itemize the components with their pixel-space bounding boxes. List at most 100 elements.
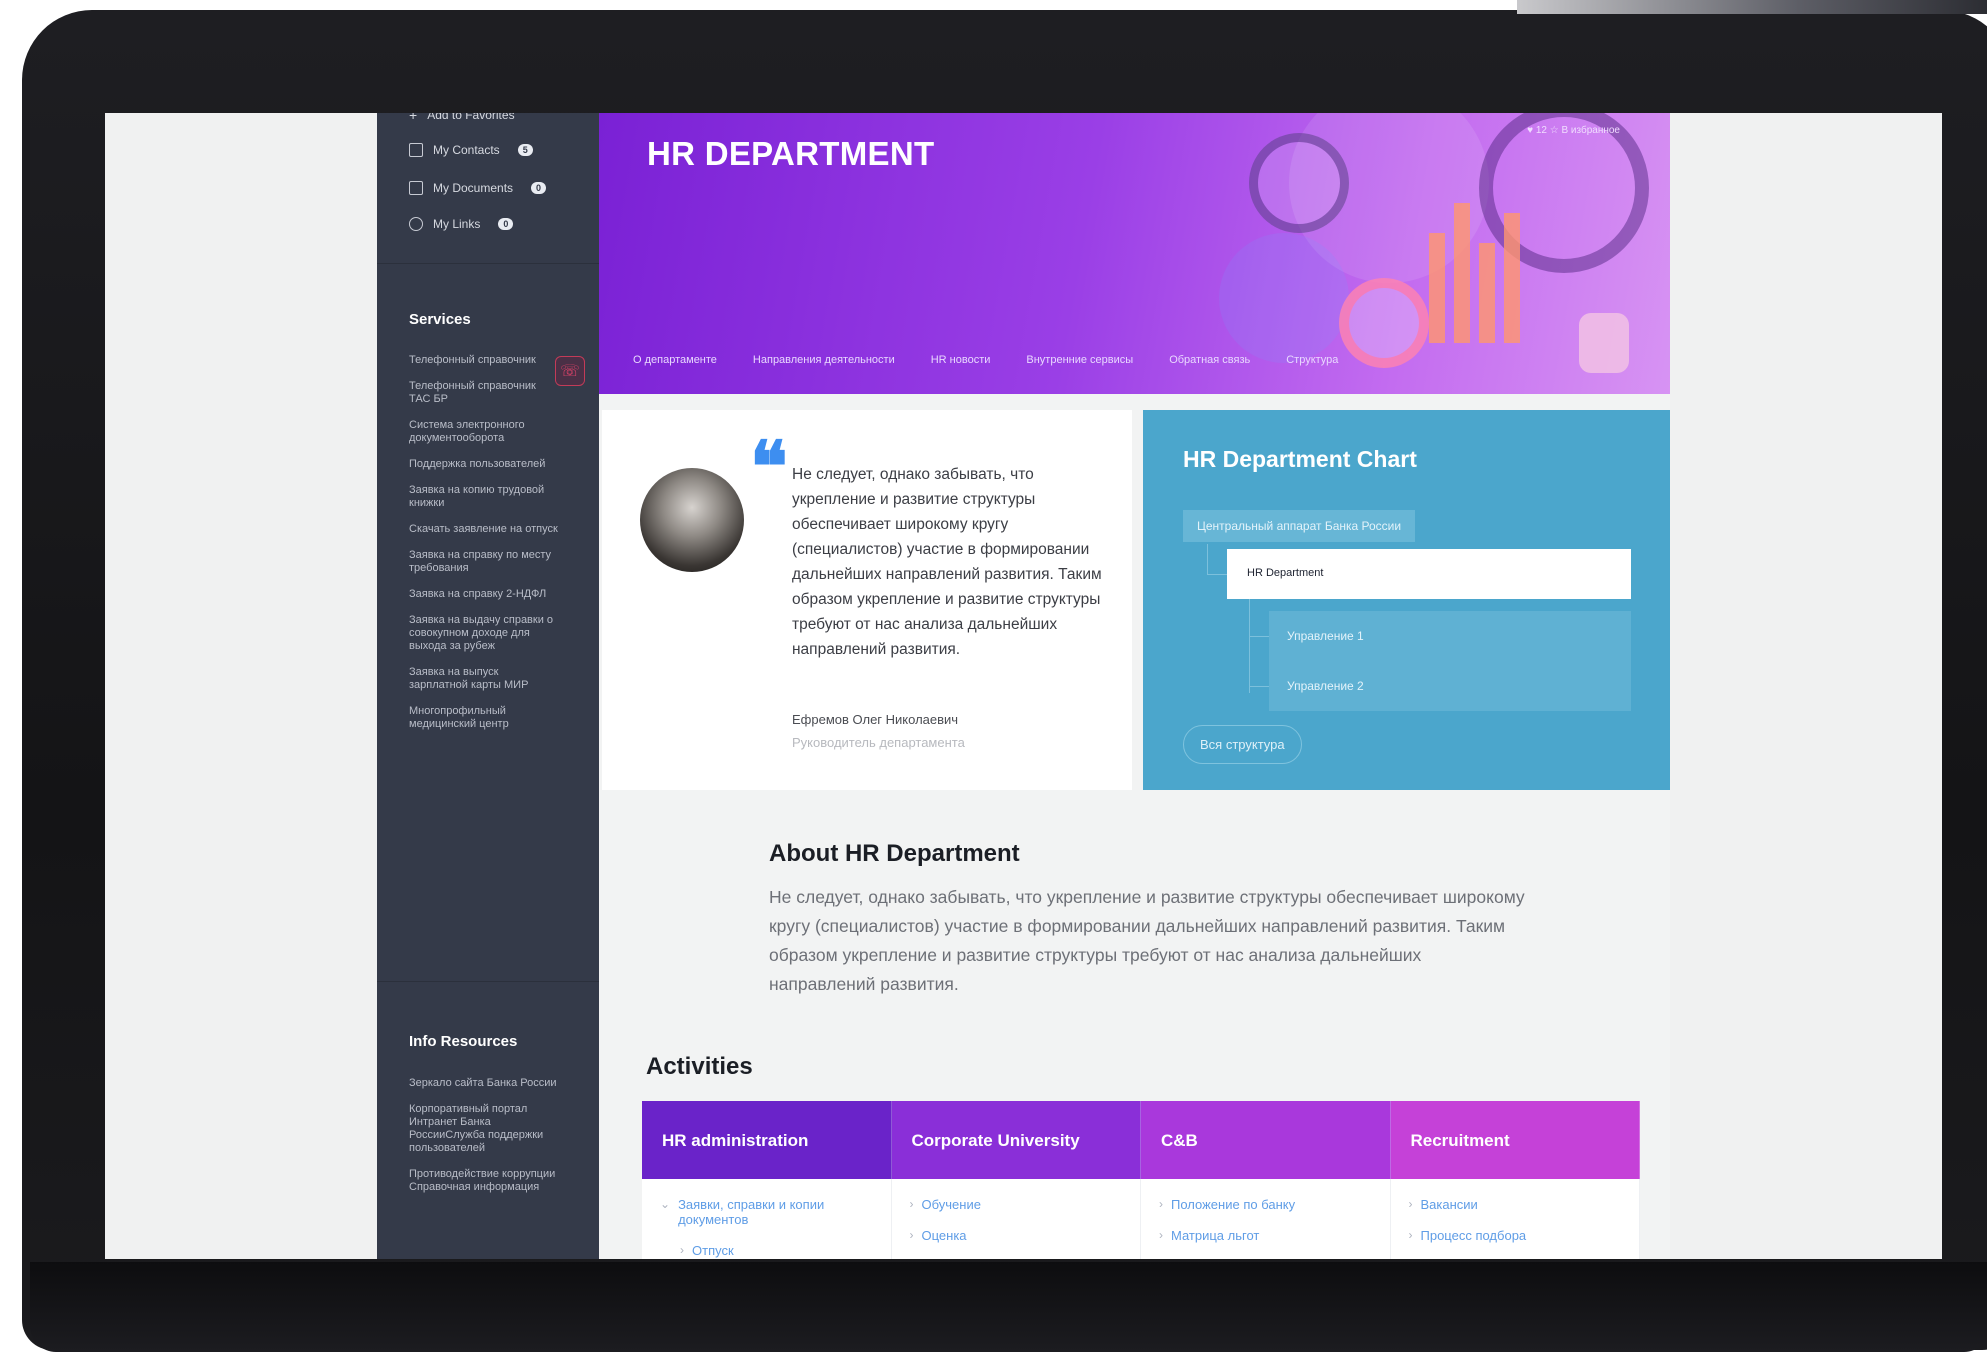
activity-header[interactable]: C&B bbox=[1141, 1101, 1391, 1179]
favorites-my-links[interactable]: My Links 0 bbox=[409, 217, 514, 231]
thumbs-up-icon bbox=[1579, 313, 1629, 373]
activity-link-label: Положение по банку bbox=[1171, 1197, 1296, 1212]
nav-item[interactable]: Структура bbox=[1286, 354, 1338, 366]
chevron-down-icon: ⌄ bbox=[660, 1197, 671, 1211]
laptop-screen: + Add to Favorites My Contacts 5 My Docu… bbox=[105, 113, 1942, 1259]
info-resources-list: Зеркало сайта Банка России Корпоративный… bbox=[409, 1077, 559, 1207]
org-chart-title: HR Department Chart bbox=[1183, 446, 1417, 472]
sidebar-divider bbox=[377, 263, 599, 264]
activity-link[interactable]: › Процесс подбора bbox=[1409, 1228, 1622, 1243]
plus-icon: + bbox=[409, 113, 418, 123]
page-margin-left bbox=[105, 113, 377, 1259]
chart-bar-decoration bbox=[1429, 233, 1445, 343]
hero-banner: HR DEPARTMENT ♥ 12 ☆ В избранное О депар… bbox=[599, 113, 1670, 394]
org-connector bbox=[1249, 686, 1269, 687]
my-links-label: My Links bbox=[433, 217, 481, 231]
org-node-sub[interactable]: Управление 2 bbox=[1269, 661, 1631, 711]
service-link[interactable]: Заявка на копию трудовой книжки bbox=[409, 484, 559, 510]
sidebar: + Add to Favorites My Contacts 5 My Docu… bbox=[377, 113, 599, 1259]
page-margin-right bbox=[1670, 113, 1942, 1259]
favorites-add-label: Add to Favorites bbox=[427, 113, 515, 122]
info-link[interactable]: Противодействие коррупции Справочная инф… bbox=[409, 1168, 559, 1194]
org-chart-card: HR Department Chart Центральный аппарат … bbox=[1143, 410, 1670, 790]
activity-link-label: Обучение bbox=[921, 1197, 981, 1212]
nav-item[interactable]: HR новости bbox=[931, 354, 991, 366]
service-link[interactable]: Многопрофильный медицинский центр bbox=[409, 705, 559, 731]
activity-header[interactable]: Corporate University bbox=[891, 1101, 1141, 1179]
quote-text: Не следует, однако забывать, что укрепле… bbox=[792, 466, 1102, 658]
activity-header[interactable]: HR administration bbox=[642, 1101, 892, 1179]
activity-link[interactable]: › Отпуск bbox=[660, 1243, 873, 1258]
about-text: Не следует, однако забывать, что укрепле… bbox=[769, 887, 1525, 994]
service-link[interactable]: Система электронного документооборота bbox=[409, 419, 559, 445]
chart-bar-decoration bbox=[1479, 243, 1495, 343]
org-node-root[interactable]: Центральный аппарат Банка России bbox=[1183, 510, 1416, 542]
quote-author-role: Руководитель департамента bbox=[792, 735, 965, 750]
phone-icon[interactable]: ☏ bbox=[555, 356, 585, 386]
service-link[interactable]: Заявка на выпуск зарплатной карты МИР bbox=[409, 666, 559, 692]
chevron-right-icon: › bbox=[909, 1197, 914, 1211]
activity-link[interactable]: ⌄ Заявки, справки и копии документов bbox=[660, 1197, 873, 1227]
service-link[interactable]: Телефонный справочник bbox=[409, 354, 559, 367]
org-connector bbox=[1207, 574, 1227, 575]
activities-title: Activities bbox=[646, 1053, 753, 1080]
nav-item[interactable]: Направления деятельности bbox=[753, 354, 895, 366]
org-node-sub[interactable]: Управление 1 bbox=[1269, 611, 1631, 661]
activities-body: ⌄ Заявки, справки и копии документов › Отп… bbox=[642, 1179, 1640, 1259]
service-link[interactable]: Телефонный справочник ТАС БР bbox=[409, 380, 559, 406]
info-link[interactable]: Корпоративный портал Интранет Банка Росс… bbox=[409, 1103, 559, 1155]
nav-item[interactable]: О департаменте bbox=[633, 354, 717, 366]
org-connector bbox=[1207, 544, 1208, 574]
my-contacts-label: My Contacts bbox=[433, 143, 500, 157]
chart-bar-decoration bbox=[1454, 203, 1470, 343]
chevron-right-icon: › bbox=[1408, 1228, 1413, 1242]
activity-link-label: Отпуск bbox=[692, 1243, 734, 1258]
activity-link[interactable]: › Положение по банку bbox=[1159, 1197, 1372, 1212]
services-list: Телефонный справочник Телефонный справоч… bbox=[409, 354, 559, 744]
stopwatch-icon bbox=[1249, 133, 1349, 233]
service-link[interactable]: Заявка на выдачу справки о совокупном до… bbox=[409, 614, 559, 653]
activity-link-label: Вакансии bbox=[1420, 1197, 1478, 1212]
activity-link[interactable]: › Вакансии bbox=[1409, 1197, 1622, 1212]
my-documents-badge: 0 bbox=[531, 182, 547, 194]
banner-decoration bbox=[1219, 233, 1349, 363]
service-link[interactable]: Скачать заявление на отпуск bbox=[409, 523, 559, 536]
activity-link[interactable]: › Обучение bbox=[910, 1197, 1123, 1212]
activity-link-label: Процесс подбора bbox=[1420, 1228, 1527, 1243]
sidebar-divider bbox=[377, 981, 599, 982]
activity-link[interactable]: › Матрица льгот bbox=[1159, 1228, 1372, 1243]
section-nav: О департаменте Направления деятельности … bbox=[633, 354, 1338, 366]
full-structure-button[interactable]: Вся структура bbox=[1183, 725, 1302, 764]
chevron-right-icon: › bbox=[1159, 1197, 1163, 1211]
nav-item[interactable]: Обратная связь bbox=[1169, 354, 1250, 366]
target-icon bbox=[1339, 278, 1429, 368]
activities-table: HR administration Corporate University C… bbox=[642, 1101, 1640, 1259]
service-link[interactable]: Заявка на справку по месту требования bbox=[409, 549, 559, 575]
service-link[interactable]: Заявка на справку 2-НДФЛ bbox=[409, 588, 559, 601]
activity-link-label: Матрица льгот bbox=[1171, 1228, 1260, 1243]
info-resources-title: Info Resources bbox=[409, 1033, 518, 1050]
activity-column: › Вакансии › Процесс подбора bbox=[1391, 1179, 1640, 1259]
chevron-right-icon: › bbox=[680, 1243, 684, 1257]
quote-author-name: Ефремов Олег Николаевич bbox=[792, 712, 959, 727]
page-title: HR DEPARTMENT bbox=[647, 135, 935, 172]
chevron-right-icon: › bbox=[1408, 1197, 1413, 1211]
favorite-toggle[interactable]: ♥ 12 ☆ В избранное bbox=[1527, 125, 1620, 136]
activity-link-label: Заявки, справки и копии документов bbox=[678, 1197, 825, 1227]
favorites-my-contacts[interactable]: My Contacts 5 bbox=[409, 143, 533, 157]
info-link[interactable]: Зеркало сайта Банка России bbox=[409, 1077, 559, 1090]
org-connector bbox=[1249, 599, 1250, 693]
link-icon bbox=[409, 217, 423, 231]
documents-icon bbox=[409, 181, 423, 195]
my-contacts-badge: 5 bbox=[517, 144, 533, 156]
org-node-department[interactable]: HR Department bbox=[1227, 549, 1631, 599]
nav-item[interactable]: Внутренние сервисы bbox=[1026, 354, 1133, 366]
favorites-add[interactable]: + Add to Favorites bbox=[409, 113, 515, 123]
service-link[interactable]: Поддержка пользователей bbox=[409, 458, 559, 471]
org-connector bbox=[1249, 636, 1269, 637]
activity-link[interactable]: › Оценка bbox=[910, 1228, 1123, 1243]
quote-icon: ❝ bbox=[750, 425, 788, 508]
my-documents-label: My Documents bbox=[433, 181, 514, 195]
activity-header[interactable]: Recruitment bbox=[1390, 1101, 1640, 1179]
favorites-my-documents[interactable]: My Documents 0 bbox=[409, 181, 547, 195]
